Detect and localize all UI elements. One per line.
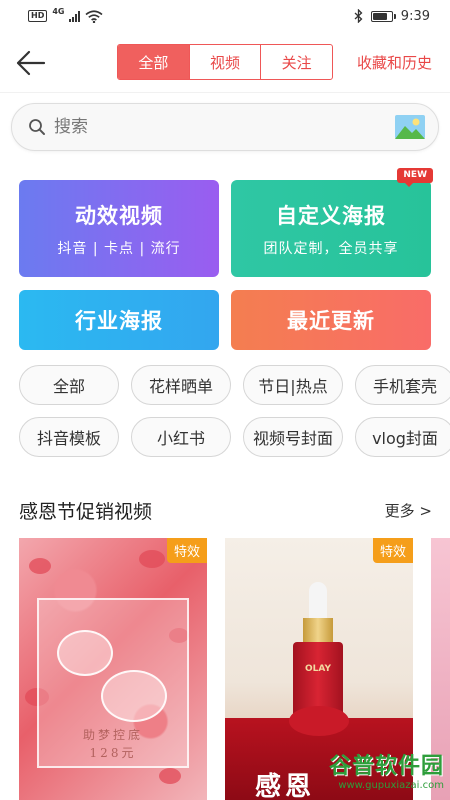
- effect-badge: 特效: [166, 538, 207, 563]
- card-motion-video-title: 动效视频: [75, 203, 163, 228]
- tag-chip[interactable]: 节日|热点: [243, 365, 343, 405]
- product-jar: [57, 630, 113, 676]
- battery-level: [372, 12, 388, 20]
- search-icon: [29, 119, 45, 135]
- card-industry-poster[interactable]: 行业海报: [19, 290, 219, 350]
- status-left: HD 4G: [28, 7, 103, 23]
- promo-text-line2: 128元: [89, 746, 137, 760]
- search-input[interactable]: [54, 117, 394, 137]
- card-industry-poster-title: 行业海报: [75, 309, 163, 333]
- product-jar: [101, 670, 167, 722]
- wifi-icon: [85, 9, 103, 23]
- search-bar[interactable]: [11, 103, 439, 151]
- promo-text-line1: 助梦控底: [82, 728, 143, 742]
- tab-follow[interactable]: 关注: [260, 45, 332, 79]
- petal: [29, 558, 51, 574]
- card-custom-poster-subtitle: 团队定制，全员共享: [263, 240, 399, 257]
- bottle-cap: [309, 582, 327, 622]
- network-type: 4G: [52, 7, 65, 16]
- bottle-neck: [303, 618, 333, 644]
- petal: [159, 768, 181, 784]
- card-recent-update-title: 最近更新: [287, 309, 375, 333]
- tab-all[interactable]: 全部: [118, 45, 189, 79]
- tab-video[interactable]: 视频: [188, 45, 261, 79]
- image-icon[interactable]: [394, 114, 426, 140]
- template-thumbnail[interactable]: 特效 助梦控底 128元: [19, 538, 207, 800]
- tag-chip[interactable]: vlog封面: [355, 417, 450, 457]
- favorites-history-link[interactable]: 收藏和历史: [357, 52, 432, 73]
- header-divider: [0, 92, 450, 93]
- card-custom-poster[interactable]: NEW 自定义海报 团队定制，全员共享: [231, 168, 433, 277]
- watermark-name: 谷普软件园: [328, 754, 444, 779]
- card-custom-poster-title: 自定义海报: [276, 203, 386, 228]
- tag-chip[interactable]: 全部: [19, 365, 119, 405]
- watermark: 谷普软件园 www.gupuxiazai.com: [304, 748, 444, 791]
- tag-chip[interactable]: 视频号封面: [243, 417, 343, 457]
- bottle-brand: OLAY: [304, 664, 331, 674]
- top-header: 全部 视频 关注 收藏和历史: [0, 40, 450, 86]
- new-badge: NEW: [397, 168, 433, 187]
- tag-row-1: 全部 花样晒单 节日|热点 手机套壳: [19, 365, 450, 405]
- signal-icon: [69, 10, 81, 22]
- card-recent-update[interactable]: 最近更新: [231, 290, 431, 350]
- back-button[interactable]: [14, 46, 48, 80]
- arrow-left-icon: [16, 50, 46, 76]
- effect-badge: 特效: [372, 538, 413, 563]
- red-bow: [289, 706, 349, 736]
- segment-tabs: 全部 视频 关注: [117, 44, 333, 80]
- card-motion-video-subtitle: 抖音 | 卡点 | 流行: [57, 240, 181, 257]
- status-right: 9:39: [354, 9, 430, 24]
- watermark-url: www.gupuxiazai.com: [338, 780, 444, 791]
- card-motion-video[interactable]: 动效视频 抖音 | 卡点 | 流行: [19, 180, 219, 277]
- tag-chip[interactable]: 花样晒单: [131, 365, 231, 405]
- tag-chip[interactable]: 手机套壳: [355, 365, 450, 405]
- status-time: 9:39: [400, 8, 430, 24]
- battery-icon: [370, 10, 396, 22]
- bluetooth-icon: [354, 9, 363, 23]
- tag-chip[interactable]: 小红书: [131, 417, 231, 457]
- tag-chip[interactable]: 抖音模板: [19, 417, 119, 457]
- status-bar: HD 4G 9:39: [0, 0, 450, 32]
- petal: [139, 550, 165, 568]
- more-link[interactable]: 更多 >: [385, 500, 432, 521]
- hd-badge: HD: [28, 10, 48, 22]
- section-title: 感恩节促销视频: [19, 501, 153, 523]
- tag-row-2: 抖音模板 小红书 视频号封面 vlog封面: [19, 417, 450, 457]
